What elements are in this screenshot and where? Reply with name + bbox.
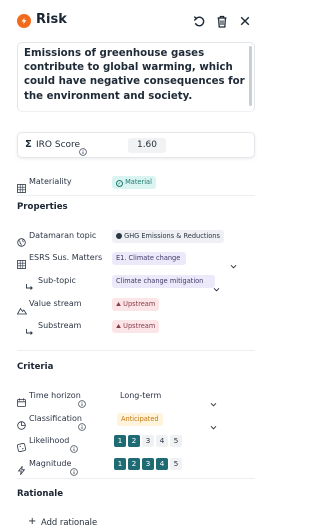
time-horizon-row: Time horizon Long-term (17, 390, 255, 408)
subtopic-select[interactable]: Climate change mitigation (112, 275, 215, 288)
value-stream-label: Value stream (29, 299, 82, 308)
check-circle-icon: ✓ (116, 180, 123, 187)
likelihood-label: Likelihood (29, 436, 70, 445)
materiality-row: Materiality ✓ Material (17, 176, 255, 193)
grid-icon (17, 178, 26, 193)
info-icon[interactable] (70, 438, 78, 457)
magnitude-row: Magnitude 12345 (17, 458, 255, 476)
substream-row: Substream ⛰ Upstream (17, 320, 255, 335)
risk-logo-icon (17, 14, 31, 28)
materiality-label: Materiality (29, 177, 72, 186)
magnitude-option-4[interactable]: 4 (156, 458, 168, 470)
likelihood-option-4[interactable]: 4 (156, 435, 168, 447)
datamaran-topic-pill[interactable]: GHG Emissions & Reductions (112, 230, 224, 243)
magnitude-option-5[interactable]: 5 (170, 458, 182, 470)
globe-icon (116, 233, 122, 239)
magnitude-option-2[interactable]: 2 (128, 458, 140, 470)
statement-text: Emissions of greenhouse gases contribute… (24, 48, 245, 102)
divider (17, 195, 255, 196)
subtopic-row: Sub-topic Climate change mitigation (17, 275, 255, 292)
substream-value: Upstream (123, 322, 156, 330)
trash-icon[interactable] (215, 13, 229, 29)
criteria-section-title: Criteria (17, 362, 54, 372)
grid-icon (17, 254, 26, 269)
subitem-arrow-icon (25, 322, 34, 335)
likelihood-row: Likelihood 12345 (16, 435, 255, 453)
esrs-value: E1. Climate change (116, 254, 181, 262)
plus-icon: + (28, 516, 37, 527)
substream-label: Substream (38, 321, 82, 330)
calendar-icon (17, 392, 26, 407)
dice-icon (16, 437, 27, 453)
chevron-down-icon[interactable] (210, 416, 217, 430)
subitem-arrow-icon (25, 277, 34, 290)
magnitude-scale: 12345 (114, 458, 182, 471)
magnitude-label: Magnitude (29, 459, 72, 468)
close-icon[interactable] (238, 13, 252, 29)
add-rationale-label: Add rationale (41, 517, 98, 527)
iro-score-card: Σ IRO Score 1.60 (17, 132, 255, 158)
classification-icon (17, 415, 26, 430)
lightning-icon (17, 460, 26, 476)
datamaran-topic-value: GHG Emissions & Reductions (124, 232, 220, 240)
statement-textarea[interactable]: Emissions of greenhouse gases contribute… (17, 42, 255, 112)
time-horizon-select[interactable]: Long-term (120, 391, 161, 400)
esrs-row: ESRS Sus. Matters E1. Climate change (17, 252, 255, 269)
chevron-down-icon[interactable] (230, 255, 237, 269)
info-icon[interactable] (79, 141, 87, 160)
material-badge-text: Material (125, 178, 152, 186)
mountain-icon: ⛰ (116, 301, 122, 308)
likelihood-option-2[interactable]: 2 (128, 435, 140, 447)
info-icon[interactable] (78, 393, 86, 412)
iro-score-label: IRO Score (36, 140, 81, 150)
chevron-down-icon[interactable] (210, 393, 217, 407)
value-stream-value: Upstream (123, 300, 156, 308)
classification-label: Classification (29, 414, 82, 423)
chevron-down-icon[interactable] (213, 278, 220, 292)
magnitude-option-3[interactable]: 3 (142, 458, 154, 470)
material-badge[interactable]: ✓ Material (112, 176, 156, 189)
esrs-label: ESRS Sus. Matters (29, 253, 103, 262)
divider (17, 350, 255, 351)
value-stream-row: Value stream ⛰ Upstream (16, 298, 255, 315)
mountain-icon (16, 300, 28, 315)
subtopic-value: Climate change mitigation (116, 277, 204, 285)
globe-icon (17, 232, 26, 247)
mountain-icon: ⛰ (116, 323, 122, 330)
classification-select[interactable]: Anticipated (117, 413, 163, 426)
undo-icon[interactable] (192, 13, 206, 29)
panel-title: Risk (36, 12, 67, 27)
subtopic-label: Sub-topic (38, 276, 76, 285)
iro-score-value: 1.60 (128, 138, 166, 153)
classification-value: Anticipated (121, 415, 159, 423)
sigma-icon: Σ (25, 139, 32, 150)
datamaran-topic-label: Datamaran topic (29, 231, 97, 240)
esrs-select[interactable]: E1. Climate change (112, 252, 186, 265)
likelihood-scale: 12345 (114, 435, 182, 448)
info-icon[interactable] (78, 416, 86, 435)
value-stream-pill[interactable]: ⛰ Upstream (112, 298, 160, 311)
classification-row: Classification Anticipated (17, 413, 255, 431)
likelihood-option-3[interactable]: 3 (142, 435, 154, 447)
properties-section-title: Properties (17, 202, 68, 212)
magnitude-option-1[interactable]: 1 (114, 458, 126, 470)
statement-scrollbar[interactable] (249, 46, 252, 106)
time-horizon-label: Time horizon (29, 391, 81, 400)
datamaran-topic-row: Datamaran topic GHG Emissions & Reductio… (17, 230, 255, 247)
substream-pill[interactable]: ⛰ Upstream (112, 320, 160, 333)
rationale-section-title: Rationale (17, 489, 64, 499)
panel-header: Risk (0, 0, 271, 44)
divider (17, 478, 255, 479)
likelihood-option-1[interactable]: 1 (114, 435, 126, 447)
likelihood-option-5[interactable]: 5 (170, 435, 182, 447)
